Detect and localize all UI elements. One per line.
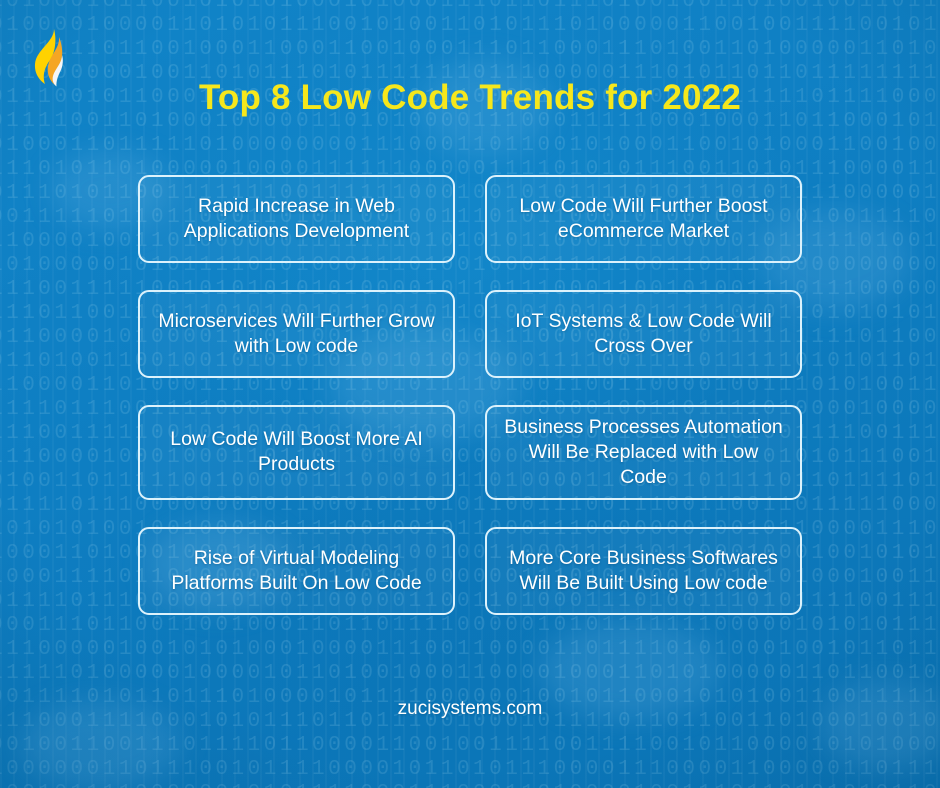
trend-card-label: Low Code Will Boost More AI Products (170, 428, 423, 476)
trend-card: Business Processes Automation Will Be Re… (485, 405, 802, 500)
trend-card: Microservices Will Further Grow with Low… (138, 290, 455, 378)
trends-grid: Rapid Increase in Web Applications Devel… (138, 175, 802, 615)
trend-card-label: Low Code Will Further Boost eCommerce Ma… (519, 195, 768, 242)
trend-card-label: Business Processes Automation Will Be Re… (504, 416, 783, 488)
page-title: Top 8 Low Code Trends for 2022 (198, 78, 742, 117)
trend-card-label: Rapid Increase in Web Applications Devel… (183, 195, 410, 242)
trend-card: Rise of Virtual Modeling Platforms Built… (138, 526, 455, 615)
infographic-poster: 1010001011001010101000101000111011011101… (0, 0, 940, 788)
trend-card-label: Rise of Virtual Modeling Platforms Built… (171, 546, 422, 594)
trend-card: Low Code Will Further Boost eCommerce Ma… (485, 175, 802, 263)
trend-card-label: IoT Systems & Low Code Will Cross Over (515, 310, 772, 357)
trend-card-label: Microservices Will Further Grow with Low… (158, 310, 435, 357)
trend-card-label: More Core Business Softwares Will Be Bui… (509, 546, 778, 594)
website-footer: zucisystems.com (397, 698, 543, 719)
trend-card: IoT Systems & Low Code Will Cross Over (485, 290, 802, 378)
trend-card: More Core Business Softwares Will Be Bui… (485, 526, 802, 615)
trend-card: Rapid Increase in Web Applications Devel… (138, 175, 455, 263)
trend-card: Low Code Will Boost More AI Products (138, 405, 455, 500)
poster-content: Top 8 Low Code Trends for 2022 Rapid Inc… (0, 0, 940, 788)
